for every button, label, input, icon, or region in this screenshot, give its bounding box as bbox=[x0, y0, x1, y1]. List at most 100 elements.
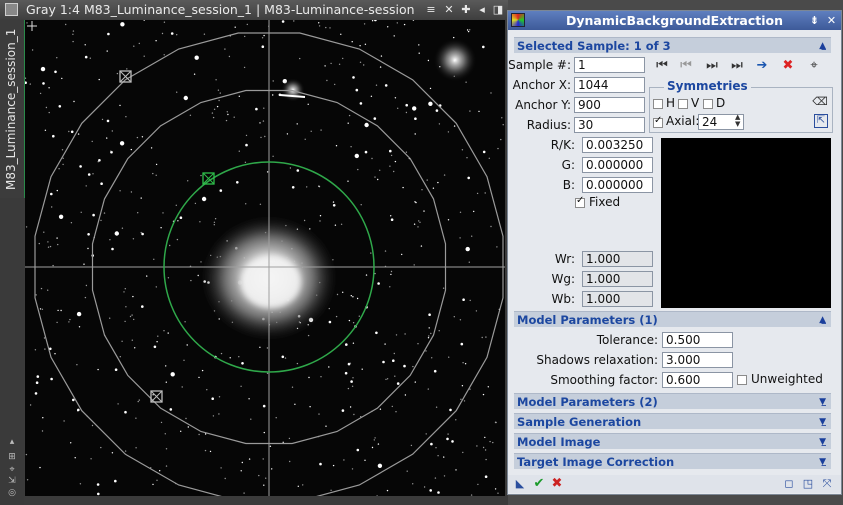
star bbox=[485, 458, 487, 461]
star bbox=[152, 394, 154, 396]
star bbox=[332, 464, 335, 467]
star bbox=[348, 114, 351, 117]
star bbox=[431, 357, 433, 359]
section-title: Target Image Correction bbox=[517, 455, 675, 469]
b-field[interactable]: 0.000000 bbox=[582, 177, 653, 193]
collapse-icon[interactable]: ▲̲ bbox=[819, 312, 826, 328]
star bbox=[44, 348, 46, 350]
star bbox=[461, 149, 464, 151]
d-symmetry-checkbox[interactable] bbox=[703, 99, 713, 109]
anchor-x-field[interactable]: 1044 bbox=[574, 77, 645, 93]
first-sample-icon[interactable]: ⏮ bbox=[653, 58, 671, 74]
smoothing-factor-field[interactable]: 0.600 bbox=[662, 372, 733, 388]
model-image-header[interactable]: Model Image ▼̲ bbox=[514, 433, 831, 449]
axial-label: Axial: bbox=[666, 114, 700, 128]
last-sample-icon[interactable]: ⏭︎ bbox=[728, 58, 746, 74]
shadows-relaxation-field[interactable]: 3.000 bbox=[662, 352, 733, 368]
model-parameters-1-header[interactable]: Model Parameters (1) ▲̲ bbox=[514, 311, 831, 327]
next-sample-icon[interactable]: ⏭ bbox=[703, 58, 721, 74]
target-image-correction-header[interactable]: Target Image Correction ▼̲ bbox=[514, 453, 831, 469]
reset-icon[interactable]: ⤧ bbox=[818, 476, 836, 492]
clear-symmetries-icon[interactable]: ⌫ bbox=[811, 94, 829, 110]
view-tool-1-icon[interactable]: ▴ bbox=[7, 438, 17, 447]
expand-icon[interactable]: ▼̲ bbox=[819, 414, 826, 430]
g-field[interactable]: 0.000000 bbox=[582, 157, 653, 173]
image-window-titlebar[interactable]: Gray 1:4 M83_Luminance_session_1 | M83-L… bbox=[0, 0, 508, 20]
star bbox=[319, 215, 322, 217]
v-symmetry-checkbox[interactable] bbox=[678, 99, 688, 109]
star bbox=[213, 224, 215, 226]
dbe-dialog[interactable]: DynamicBackgroundExtraction ⇟ ✕ Selected… bbox=[507, 10, 842, 495]
star bbox=[130, 191, 133, 193]
tolerance-field[interactable]: 0.500 bbox=[662, 332, 733, 348]
view-tool-3-icon[interactable]: ⌖ bbox=[7, 466, 17, 475]
window-menu-button[interactable]: ≡ bbox=[424, 2, 438, 18]
star bbox=[318, 413, 320, 415]
dialog-titlebar[interactable]: DynamicBackgroundExtraction ⇟ ✕ bbox=[508, 11, 841, 30]
star bbox=[25, 226, 28, 228]
star bbox=[241, 362, 244, 365]
image-window[interactable]: Gray 1:4 M83_Luminance_session_1 | M83-L… bbox=[0, 0, 508, 505]
star bbox=[141, 305, 144, 308]
maximize-button[interactable]: ✚ bbox=[459, 2, 473, 18]
shade-dialog-button[interactable]: ⇟ bbox=[808, 12, 821, 29]
view-tool-5-icon[interactable]: ◎ bbox=[7, 489, 17, 498]
star bbox=[307, 334, 310, 337]
star bbox=[109, 239, 111, 241]
sample-number-field[interactable]: 1 bbox=[574, 57, 645, 73]
star bbox=[465, 81, 467, 83]
expand-icon[interactable]: ▼̲ bbox=[819, 394, 826, 410]
cancel-icon[interactable]: ✖ bbox=[548, 476, 566, 492]
new-instance-icon[interactable]: ◣ bbox=[511, 476, 529, 492]
star bbox=[417, 226, 419, 228]
anchor-y-field[interactable]: 900 bbox=[574, 97, 645, 113]
window-menu-icon[interactable] bbox=[5, 3, 18, 16]
star bbox=[404, 333, 406, 335]
star bbox=[364, 459, 366, 461]
iconize-button[interactable]: ◨ bbox=[491, 2, 505, 18]
show-symmetries-icon[interactable]: ⇱ bbox=[814, 114, 828, 128]
expand-icon[interactable]: ▼̲ bbox=[819, 454, 826, 470]
star bbox=[308, 376, 310, 379]
star bbox=[176, 238, 179, 241]
center-sample-icon[interactable]: ⌖ bbox=[805, 58, 823, 74]
star bbox=[34, 349, 37, 351]
image-canvas[interactable] bbox=[25, 20, 505, 496]
view-tab[interactable]: M83_Luminance_session_1 bbox=[0, 20, 26, 198]
star bbox=[194, 202, 197, 205]
unweighted-checkbox[interactable] bbox=[737, 375, 747, 385]
close-dialog-button[interactable]: ✕ bbox=[825, 12, 838, 29]
radius-field[interactable]: 30 bbox=[574, 117, 645, 133]
shade-button[interactable]: ◂ bbox=[475, 2, 489, 18]
selected-sample-section-header[interactable]: Selected Sample: 1 of 3 ▲̲ bbox=[514, 37, 831, 53]
h-symmetry-checkbox[interactable] bbox=[653, 99, 663, 109]
browse-documentation-icon[interactable]: ◻ bbox=[780, 476, 798, 492]
galaxy-image-view[interactable] bbox=[25, 20, 505, 496]
collapse-icon[interactable]: ▲̲ bbox=[819, 38, 826, 54]
star bbox=[125, 306, 127, 308]
close-window-button[interactable]: ✕ bbox=[442, 2, 456, 18]
star bbox=[52, 264, 54, 267]
track-view-icon[interactable]: ◳ bbox=[799, 476, 817, 492]
goto-sample-icon[interactable]: ➔ bbox=[753, 58, 771, 74]
star bbox=[266, 347, 269, 349]
previous-sample-icon[interactable]: ⏮︎ bbox=[677, 58, 695, 74]
star bbox=[262, 120, 265, 122]
spinbox-arrows-icon[interactable]: ▲ ▼ bbox=[735, 114, 740, 128]
star bbox=[85, 185, 87, 187]
view-tool-2-icon[interactable]: ⊞ bbox=[7, 453, 17, 462]
model-parameters-2-header[interactable]: Model Parameters (2) ▼̲ bbox=[514, 393, 831, 409]
axial-symmetry-checkbox[interactable] bbox=[653, 115, 663, 128]
expand-icon[interactable]: ▼̲ bbox=[819, 434, 826, 450]
star bbox=[345, 343, 348, 346]
galaxy-nucleus bbox=[241, 256, 301, 308]
star bbox=[394, 97, 397, 99]
fixed-checkbox[interactable] bbox=[575, 195, 585, 208]
star bbox=[447, 131, 450, 133]
rk-field[interactable]: 0.003250 bbox=[582, 137, 653, 153]
view-tool-4-icon[interactable]: ⇲ bbox=[7, 477, 17, 486]
apply-global-icon[interactable]: ✔ bbox=[530, 476, 548, 492]
star bbox=[136, 136, 139, 139]
sample-generation-header[interactable]: Sample Generation ▼̲ bbox=[514, 413, 831, 429]
delete-sample-icon[interactable]: ✖ bbox=[779, 58, 797, 74]
